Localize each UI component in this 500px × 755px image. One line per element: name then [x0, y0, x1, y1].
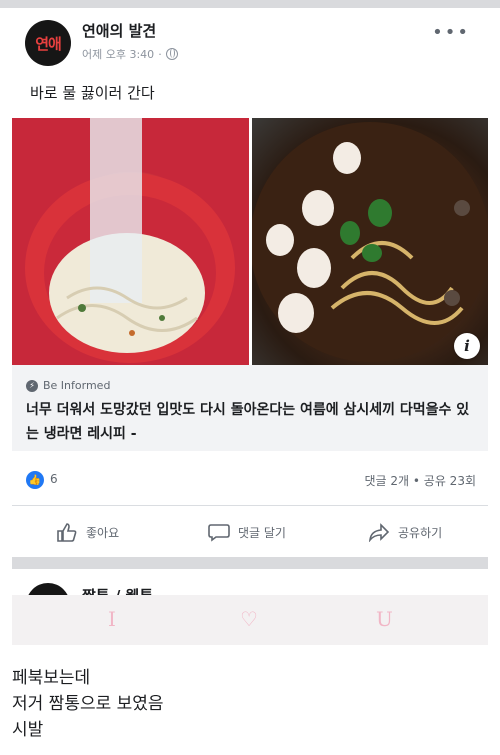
cold-ramen-photo[interactable]: i	[252, 118, 488, 365]
share-button[interactable]: 공유하기	[368, 518, 442, 546]
globe-icon	[165, 48, 178, 60]
next-post-page-name[interactable]: 짤툰 / 웹툰	[82, 585, 153, 595]
like-button[interactable]: 좋아요	[56, 518, 119, 546]
post-header: 연애 연애의 발견 어제 오후 3:40 · •••	[0, 8, 500, 72]
noodle-rinse-photo[interactable]	[12, 118, 249, 365]
avatar-text: 연애	[35, 34, 62, 53]
comments-shares-count[interactable]: 댓글 2개 • 공유 23회	[365, 472, 476, 489]
actions-divider	[12, 505, 488, 506]
top-separator	[0, 0, 500, 8]
share-arrow-icon	[368, 523, 390, 542]
caption-text: 페북보는데 저거 짬통으로 보였음 시발	[12, 665, 164, 743]
post-stats: 👍 6 댓글 2개 • 공유 23회	[0, 468, 500, 492]
caption-line-3: 시발	[12, 720, 44, 740]
post-meta: 어제 오후 3:40 ·	[82, 46, 178, 62]
link-source: ⚡ Be Informed	[26, 379, 110, 392]
like-button-label: 좋아요	[86, 525, 120, 540]
watermark-letter-u: U	[376, 607, 393, 631]
comment-button-label: 댓글 달기	[238, 525, 286, 540]
link-preview[interactable]: ⚡ Be Informed 너무 더워서 도망갔던 입맛도 다시 돌아온다는 여…	[12, 365, 488, 451]
post-text: 바로 물 끓이러 간다	[30, 84, 155, 102]
feed-separator	[12, 557, 488, 569]
page-avatar[interactable]: 연애	[25, 20, 71, 66]
cold-ramen-illustration	[252, 122, 488, 362]
watermark-heart: ♡	[240, 607, 258, 631]
post-timestamp[interactable]: 어제 오후 3:40	[82, 46, 154, 62]
page-name-link[interactable]: 연애의 발견	[82, 20, 156, 41]
info-icon[interactable]: i	[454, 333, 480, 359]
caption-line-2: 저거 짬통으로 보였음	[12, 694, 164, 714]
link-title[interactable]: 너무 더워서 도망갔던 입맛도 다시 돌아온다는 여름에 삼시세끼 다먹을수 있…	[26, 398, 476, 446]
comment-button[interactable]: 댓글 달기	[208, 518, 286, 546]
comment-icon	[208, 524, 230, 542]
like-reaction-icon[interactable]: 👍	[26, 471, 44, 489]
lightning-icon: ⚡	[26, 379, 38, 392]
caption-line-1: 페북보는데	[12, 668, 91, 688]
thumbs-up-icon	[57, 523, 77, 542]
watermark-band: I ♡ U	[12, 595, 488, 645]
like-count[interactable]: 6	[50, 472, 58, 486]
link-source-name: Be Informed	[43, 379, 111, 392]
share-button-label: 공유하기	[398, 525, 443, 540]
watermark-letter-i: I	[108, 607, 116, 631]
next-post-avatar[interactable]	[26, 583, 70, 595]
more-options-icon[interactable]: •••	[432, 22, 470, 43]
dot-separator: ·	[158, 47, 162, 61]
next-post-header: 짤툰 / 웹툰	[12, 569, 488, 595]
noodle-rinse-illustration	[25, 118, 235, 363]
